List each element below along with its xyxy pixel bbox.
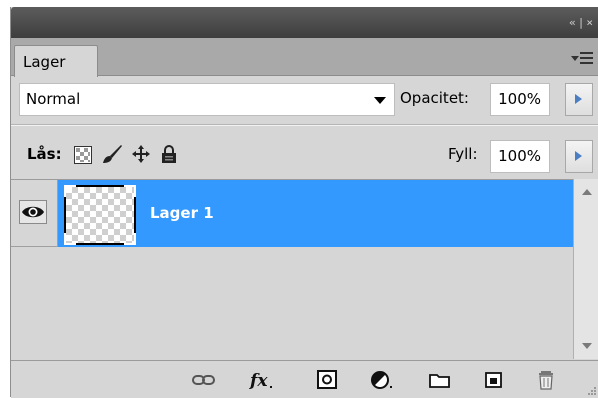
layers-bottom-toolbar: fx bbox=[11, 360, 598, 398]
group-folder-icon[interactable] bbox=[427, 369, 453, 391]
fill-value: 100% bbox=[498, 147, 541, 165]
layer-visibility-toggle[interactable] bbox=[11, 180, 58, 247]
opacity-slider-button[interactable] bbox=[565, 83, 593, 116]
lock-image-pixels-icon[interactable] bbox=[101, 143, 123, 165]
trash-icon[interactable] bbox=[534, 369, 560, 391]
fill-input[interactable]: 100% bbox=[490, 140, 550, 173]
lock-position-icon[interactable] bbox=[131, 144, 151, 164]
fx-icon[interactable]: fx bbox=[249, 369, 275, 391]
blend-row: Normal Opacitet: 100% bbox=[11, 81, 598, 121]
fill-label: Fyll: bbox=[448, 145, 478, 163]
layers-scrollbar[interactable] bbox=[573, 179, 598, 359]
panel-tab-strip: Lager bbox=[11, 38, 598, 77]
layer-thumbnail bbox=[64, 185, 136, 245]
lock-row: Lås: Fyll: 100% bbox=[11, 131, 598, 177]
eye-icon bbox=[19, 200, 47, 224]
panel-title-bar[interactable]: «|× bbox=[11, 7, 598, 38]
blend-mode-select[interactable]: Normal bbox=[19, 83, 395, 116]
opacity-value: 100% bbox=[498, 90, 541, 108]
panel-menu-icon[interactable] bbox=[571, 52, 593, 66]
selected-layer-highlight[interactable]: Lager 1 bbox=[58, 180, 573, 247]
layers-list: Lager 1 bbox=[11, 179, 573, 360]
scroll-down-icon[interactable] bbox=[582, 343, 592, 349]
svg-text:fx: fx bbox=[249, 371, 268, 391]
tab-layers-label: Lager bbox=[23, 53, 66, 71]
panel-window-controls[interactable]: «|× bbox=[569, 16, 595, 29]
resize-grip-icon[interactable] bbox=[587, 386, 597, 396]
blend-mode-value: Normal bbox=[26, 90, 81, 108]
lock-transparent-pixels-icon[interactable] bbox=[74, 146, 92, 164]
layers-panel: «|× Lager Normal Opacitet: 100% Lås: Fyl… bbox=[10, 7, 598, 398]
arrow-right-icon bbox=[575, 94, 582, 104]
lock-label: Lås: bbox=[27, 145, 62, 163]
layer-name: Lager 1 bbox=[150, 204, 214, 222]
layer-mask-icon[interactable] bbox=[315, 369, 341, 391]
layer-row[interactable]: Lager 1 bbox=[11, 180, 573, 247]
link-layers-icon[interactable] bbox=[191, 369, 217, 391]
scroll-up-icon[interactable] bbox=[582, 189, 592, 195]
tab-layers[interactable]: Lager bbox=[14, 45, 98, 77]
opacity-label: Opacitet: bbox=[400, 89, 469, 107]
chevron-down-icon bbox=[374, 97, 386, 104]
adjustment-layer-icon[interactable] bbox=[369, 369, 395, 391]
lock-all-icon[interactable] bbox=[161, 144, 177, 164]
arrow-right-icon bbox=[575, 151, 582, 161]
new-layer-icon[interactable] bbox=[481, 369, 507, 391]
fill-slider-button[interactable] bbox=[565, 140, 593, 173]
opacity-input[interactable]: 100% bbox=[490, 83, 550, 116]
